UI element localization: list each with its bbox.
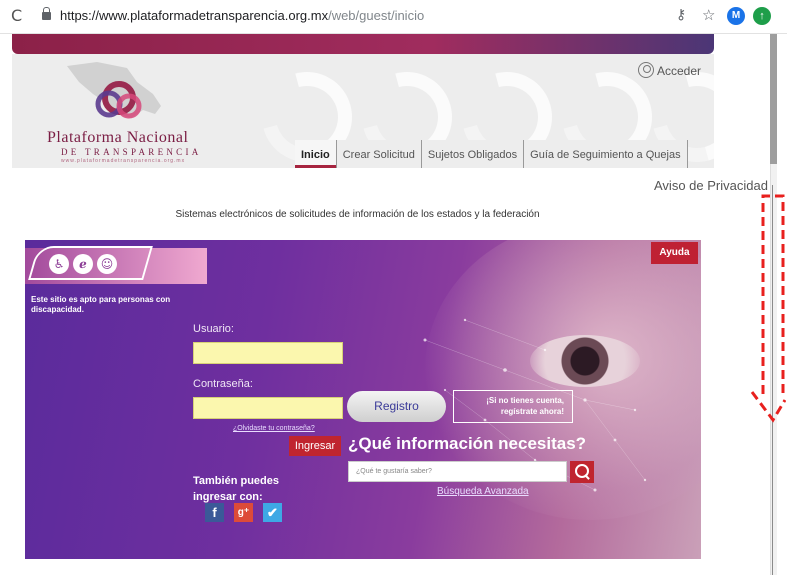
tab-guia-quejas[interactable]: Guía de Seguimiento a Quejas: [523, 140, 688, 168]
forgot-password-link[interactable]: ¿Olvidaste tu contraseña?: [233, 425, 315, 432]
site-header: Plataforma Nacional DE TRANSPARENCIA www…: [12, 54, 714, 168]
twitter-icon[interactable]: ✔: [263, 503, 282, 522]
url-field[interactable]: https://www.plataformadetransparencia.or…: [60, 8, 424, 23]
top-band: [12, 34, 714, 54]
facebook-icon[interactable]: f: [205, 503, 224, 522]
user-icon: [638, 62, 654, 78]
star-icon[interactable]: ☆: [702, 6, 715, 24]
logo-icon[interactable]: [57, 58, 177, 128]
advanced-search-link[interactable]: Búsqueda Avanzada: [437, 486, 529, 497]
browser-address-bar: C https://www.plataformadetransparencia.…: [0, 0, 787, 34]
scroll-down-arrow-icon: [750, 194, 786, 423]
acceder-link[interactable]: Acceder: [638, 62, 701, 78]
extension-icon[interactable]: ↑: [753, 7, 771, 25]
logo-title: Plataforma Nacional: [47, 129, 189, 146]
avatar[interactable]: M: [727, 7, 745, 25]
usuario-label: Usuario:: [193, 323, 234, 335]
signup-prompt[interactable]: ¡Si no tienes cuenta, regístrate ahora!: [453, 390, 573, 423]
main-nav: Inicio Crear Solicitud Sujetos Obligados…: [295, 140, 688, 168]
tab-crear-solicitud[interactable]: Crear Solicitud: [335, 140, 421, 168]
ingresar-button[interactable]: Ingresar: [289, 436, 341, 456]
registro-button[interactable]: Registro: [347, 391, 446, 422]
accessibility-note: Este sitio es apto para personas con dis…: [31, 295, 171, 314]
social-login-label: También puedes ingresar con:: [193, 475, 279, 503]
search-icon[interactable]: [570, 461, 594, 483]
hearing-icon[interactable]: ℯ: [73, 254, 93, 274]
login-hero: ♿ ℯ ☺ Este sitio es apto para personas c…: [25, 240, 701, 559]
logo-subtitle: DE TRANSPARENCIA: [61, 147, 202, 157]
logo-url: www.plataformadetransparencia.org.mx: [61, 158, 186, 164]
sign-language-icon[interactable]: ☺: [97, 254, 117, 274]
search-input[interactable]: ¿Qué te gustaría saber?: [348, 461, 567, 482]
contrasena-label: Contraseña:: [193, 378, 253, 390]
tab-sujetos-obligados[interactable]: Sujetos Obligados: [420, 140, 524, 168]
key-icon[interactable]: ⚷: [676, 7, 686, 23]
ayuda-button[interactable]: Ayuda: [651, 242, 698, 264]
scrollbar-thumb[interactable]: [770, 34, 777, 164]
usuario-input[interactable]: [193, 342, 343, 364]
google-plus-icon[interactable]: g⁺: [234, 503, 253, 522]
contrasena-input[interactable]: [193, 397, 343, 419]
reload-icon[interactable]: C: [11, 6, 22, 25]
tab-inicio[interactable]: Inicio: [295, 140, 336, 168]
lock-icon: [42, 7, 51, 20]
page-subtitle: Sistemas electrónicos de solicitudes de …: [175, 209, 540, 220]
search-heading: ¿Qué información necesitas?: [348, 434, 587, 453]
aviso-privacidad-link[interactable]: Aviso de Privacidad: [654, 178, 768, 193]
wheelchair-icon[interactable]: ♿: [49, 254, 69, 274]
